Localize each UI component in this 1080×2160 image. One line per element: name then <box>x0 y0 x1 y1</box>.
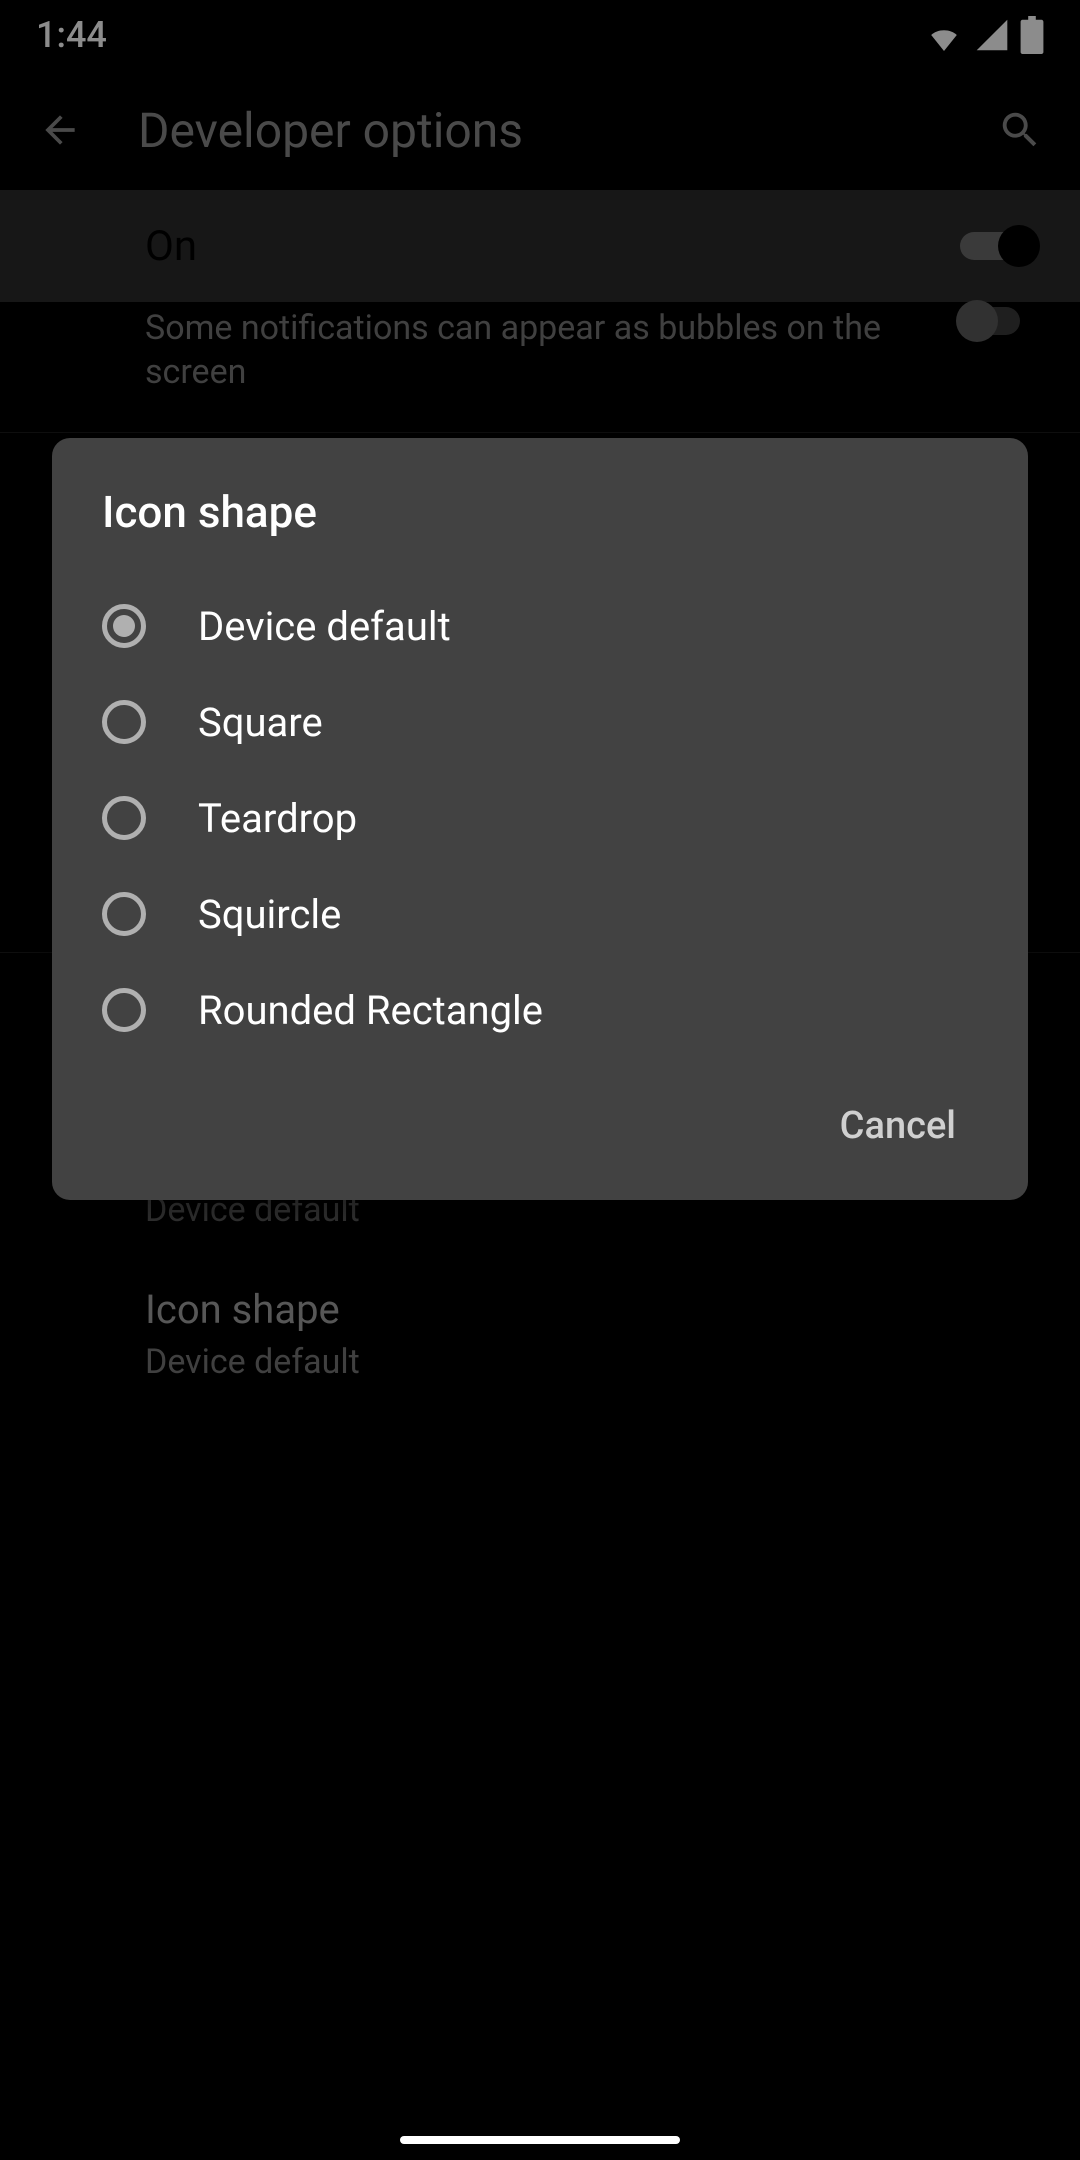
back-button[interactable] <box>30 100 90 160</box>
radio-icon <box>102 988 146 1032</box>
master-toggle-switch[interactable] <box>960 227 1040 265</box>
navigation-bar <box>0 2120 1080 2160</box>
radio-option-rounded-rectangle[interactable]: Rounded Rectangle <box>52 962 1028 1058</box>
cell-signal-icon <box>974 18 1010 52</box>
back-arrow-icon <box>38 108 82 152</box>
radio-label: Squircle <box>198 891 341 938</box>
radio-option-squircle[interactable]: Squircle <box>52 866 1028 962</box>
radio-icon <box>102 892 146 936</box>
icon-shape-row[interactable]: Icon shape Device default <box>0 1258 1080 1410</box>
icon-shape-title: Icon shape <box>145 1284 1000 1336</box>
radio-option-square[interactable]: Square <box>52 674 1028 770</box>
bubbles-toggle-switch[interactable] <box>960 302 1040 340</box>
dialog-title: Icon shape <box>52 486 1028 538</box>
status-time: 1:44 <box>36 14 107 56</box>
app-bar: Developer options <box>0 70 1080 190</box>
radio-label: Rounded Rectangle <box>198 987 543 1034</box>
battery-icon <box>1020 16 1044 54</box>
radio-icon <box>102 796 146 840</box>
dialog-actions: Cancel <box>52 1058 1028 1172</box>
icon-shape-dialog: Icon shape Device default Square Teardro… <box>52 438 1028 1200</box>
search-icon <box>997 107 1043 153</box>
radio-icon <box>102 700 146 744</box>
radio-icon <box>102 604 146 648</box>
master-toggle-label: On <box>145 222 197 271</box>
radio-label: Teardrop <box>198 795 357 842</box>
radio-label: Square <box>198 699 323 746</box>
page-title: Developer options <box>138 102 990 159</box>
nav-pill[interactable] <box>400 2136 680 2144</box>
status-icons <box>924 16 1044 54</box>
developer-options-master-toggle-row[interactable]: On <box>0 190 1080 302</box>
status-bar: 1:44 <box>0 0 1080 70</box>
bubbles-subtitle: Some notifications can appear as bubbles… <box>145 306 920 394</box>
wifi-icon <box>924 19 964 51</box>
search-button[interactable] <box>990 100 1050 160</box>
cancel-button[interactable]: Cancel <box>816 1088 980 1164</box>
radio-label: Device default <box>198 603 451 650</box>
radio-option-teardrop[interactable]: Teardrop <box>52 770 1028 866</box>
icon-shape-value: Device default <box>145 1340 1000 1384</box>
radio-option-device-default[interactable]: Device default <box>52 578 1028 674</box>
bubbles-setting-row[interactable]: Some notifications can appear as bubbles… <box>0 302 1080 433</box>
